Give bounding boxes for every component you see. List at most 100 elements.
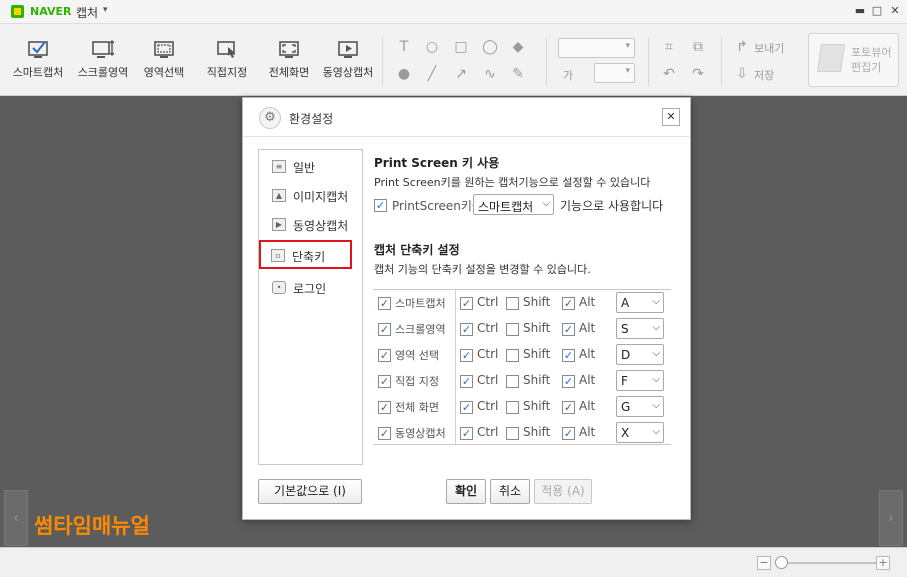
photo-editor-icon bbox=[817, 44, 845, 72]
alt-checkbox[interactable]: ✓ bbox=[562, 375, 575, 388]
apply-button[interactable]: 적용 (A) bbox=[534, 479, 592, 504]
arrow-tool-icon[interactable]: ↗ bbox=[453, 66, 469, 82]
sidebar-item-general[interactable]: ≡ 일반 bbox=[260, 154, 361, 180]
sidebar-item-login[interactable]: • 로그인 bbox=[260, 275, 361, 301]
crop-icon[interactable]: ⌗ bbox=[661, 39, 677, 55]
circle-tool-icon[interactable]: ○ bbox=[424, 39, 440, 55]
shortcut-enable-checkbox[interactable]: ✓ bbox=[378, 427, 391, 440]
shortcut-key-select[interactable]: D ⌵ bbox=[616, 344, 664, 365]
close-window-button[interactable]: ✕ bbox=[888, 4, 902, 18]
restore-button[interactable]: □ bbox=[870, 4, 884, 18]
dialog-close-button[interactable]: ✕ bbox=[662, 108, 680, 126]
ctrl-checkbox[interactable]: ✓ bbox=[460, 375, 473, 388]
line-tool-icon[interactable]: ╱ bbox=[424, 66, 440, 82]
shift-checkbox[interactable] bbox=[506, 401, 519, 414]
shift-checkbox[interactable] bbox=[506, 349, 519, 362]
table-row: ✓ 전체 화면 ✓ Ctrl Shift ✓ Alt G ⌵ bbox=[373, 394, 671, 420]
printscreen-function-select[interactable]: 스마트캡처 ⌵ bbox=[473, 194, 554, 215]
ctrl-checkbox[interactable]: ✓ bbox=[460, 323, 473, 336]
alt-checkbox[interactable]: ✓ bbox=[562, 297, 575, 310]
save-button[interactable]: 저장 bbox=[754, 67, 774, 83]
ctrl-checkbox[interactable]: ✓ bbox=[460, 401, 473, 414]
image-icon: ▲ bbox=[272, 189, 286, 202]
shortcut-enable-checkbox[interactable]: ✓ bbox=[378, 323, 391, 336]
shift-label: Shift bbox=[523, 399, 551, 413]
pen-tool-icon[interactable]: ∿ bbox=[482, 66, 498, 82]
shortcut-key-value: F bbox=[621, 374, 628, 388]
table-row: ✓ 스마트캡처 ✓ Ctrl Shift ✓ Alt A ⌵ bbox=[373, 290, 671, 316]
alt-checkbox[interactable]: ✓ bbox=[562, 323, 575, 336]
fill-color-tool-icon[interactable]: ◆ bbox=[510, 39, 526, 55]
direct-select-icon bbox=[217, 41, 235, 58]
rectangle-tool-icon[interactable]: □ bbox=[453, 39, 469, 55]
redo-icon[interactable]: ↷ bbox=[690, 66, 706, 82]
shift-label: Shift bbox=[523, 295, 551, 309]
table-row: ✓ 스크롤영역 ✓ Ctrl Shift ✓ Alt S ⌵ bbox=[373, 316, 671, 342]
shortcut-enable-checkbox[interactable]: ✓ bbox=[378, 297, 391, 310]
shortcut-key-select[interactable]: F ⌵ bbox=[616, 370, 664, 391]
shortcut-row-label: 직접 지정 bbox=[395, 375, 439, 388]
zoom-in-button[interactable]: + bbox=[876, 556, 890, 570]
zoom-out-button[interactable]: − bbox=[757, 556, 771, 570]
sidebar-item-label: 단축키 bbox=[292, 250, 326, 264]
shortcut-key-select[interactable]: A ⌵ bbox=[616, 292, 664, 313]
full-screen-button[interactable]: 전체화면 bbox=[263, 38, 315, 80]
shortcut-table: ✓ 스마트캡처 ✓ Ctrl Shift ✓ Alt A ⌵ ✓ 스크롤영역 ✓… bbox=[373, 289, 671, 445]
speech-bubble-tool-icon[interactable]: ◯ bbox=[482, 39, 498, 55]
number-stamp-tool-icon[interactable]: ● bbox=[396, 66, 412, 82]
photo-viewer-editor-button[interactable]: 포토뷰어 편집기 bbox=[808, 33, 899, 87]
text-tool-icon[interactable]: T bbox=[396, 39, 412, 55]
sidebar-item-video-capture[interactable]: ▶ 동영상캡처 bbox=[260, 212, 361, 238]
shortcut-enable-checkbox[interactable]: ✓ bbox=[378, 401, 391, 414]
scroll-region-button[interactable]: 스크롤영역 bbox=[75, 38, 131, 80]
gear-icon: ⚙ bbox=[259, 107, 281, 129]
sidebar-item-shortcut[interactable]: ▫ 단축키 bbox=[259, 240, 352, 269]
zoom-slider-track[interactable] bbox=[776, 562, 876, 564]
ctrl-checkbox[interactable]: ✓ bbox=[460, 427, 473, 440]
resize-icon[interactable]: ⧉ bbox=[690, 39, 706, 55]
direct-select-button[interactable]: 직접지정 bbox=[199, 38, 255, 80]
zoom-slider-thumb[interactable] bbox=[775, 556, 788, 569]
next-arrow-button[interactable]: › bbox=[879, 490, 903, 546]
shift-checkbox[interactable] bbox=[506, 375, 519, 388]
ctrl-checkbox[interactable]: ✓ bbox=[460, 297, 473, 310]
chevron-down-icon: ⌵ bbox=[542, 198, 550, 209]
printscreen-checkbox[interactable]: ✓ bbox=[374, 199, 387, 212]
font-size-select[interactable] bbox=[594, 63, 635, 83]
sidebar-item-label: 이미지캡처 bbox=[293, 190, 349, 204]
send-button[interactable]: 보내기 bbox=[754, 40, 784, 56]
shortcut-enable-checkbox[interactable]: ✓ bbox=[378, 349, 391, 362]
shortcut-key-value: D bbox=[621, 348, 631, 362]
save-icon: ⇩ bbox=[736, 66, 748, 82]
video-capture-button[interactable]: 동영상캡처 bbox=[320, 38, 376, 80]
highlighter-tool-icon[interactable]: ✎ bbox=[510, 66, 526, 82]
shortcut-key-select[interactable]: S ⌵ bbox=[616, 318, 664, 339]
ok-button[interactable]: 확인 bbox=[446, 479, 486, 504]
shortcut-key-value: A bbox=[621, 296, 630, 310]
alt-checkbox[interactable]: ✓ bbox=[562, 401, 575, 414]
ctrl-checkbox[interactable]: ✓ bbox=[460, 349, 473, 362]
shift-checkbox[interactable] bbox=[506, 323, 519, 336]
watermark-text: 썸타임매뉴얼 bbox=[34, 514, 150, 538]
alt-label: Alt bbox=[579, 399, 596, 413]
minimize-button[interactable]: ▬ bbox=[853, 4, 867, 18]
prev-arrow-button[interactable]: ‹ bbox=[4, 490, 28, 546]
app-menu-chevron-down-icon[interactable]: ▾ bbox=[103, 5, 108, 15]
shortcut-key-select[interactable]: G ⌵ bbox=[616, 396, 664, 417]
alt-checkbox[interactable]: ✓ bbox=[562, 427, 575, 440]
shift-checkbox[interactable] bbox=[506, 297, 519, 310]
alt-checkbox[interactable]: ✓ bbox=[562, 349, 575, 362]
smart-capture-button[interactable]: 스마트캡처 bbox=[10, 38, 66, 80]
cancel-button[interactable]: 취소 bbox=[490, 479, 530, 504]
chevron-down-icon: ⌵ bbox=[652, 374, 660, 385]
font-select[interactable] bbox=[558, 38, 635, 58]
region-select-button[interactable]: 영역선택 bbox=[138, 38, 190, 80]
table-row: ✓ 영역 선택 ✓ Ctrl Shift ✓ Alt D ⌵ bbox=[373, 342, 671, 368]
restore-defaults-button[interactable]: 기본값으로 (I) bbox=[258, 479, 362, 504]
shortcut-enable-checkbox[interactable]: ✓ bbox=[378, 375, 391, 388]
shift-checkbox[interactable] bbox=[506, 427, 519, 440]
sidebar-item-image-capture[interactable]: ▲ 이미지캡처 bbox=[260, 183, 361, 209]
shortcut-section-desc: 캡처 기능의 단축키 설정을 변경할 수 있습니다. bbox=[374, 263, 591, 276]
undo-icon[interactable]: ↶ bbox=[661, 66, 677, 82]
shortcut-key-select[interactable]: X ⌵ bbox=[616, 422, 664, 443]
